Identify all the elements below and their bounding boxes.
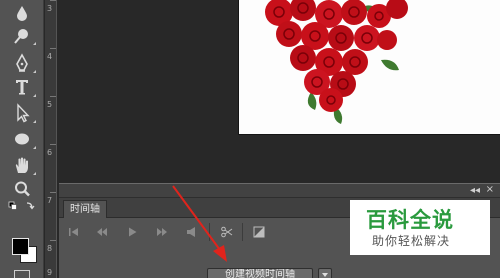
watermark-title: 百科全说	[366, 208, 454, 232]
ruler-tick	[50, 0, 56, 1]
blur-tool-button[interactable]	[10, 2, 34, 24]
foreground-background-colors[interactable]	[12, 238, 38, 264]
hand-tool-button[interactable]	[10, 154, 36, 176]
transition-button[interactable]	[252, 225, 266, 239]
ruler-tick	[50, 192, 56, 193]
speaker-icon	[187, 227, 195, 237]
tool-group-indicator	[33, 120, 36, 123]
ruler-tick	[50, 48, 56, 49]
zoom-tool-button[interactable]	[10, 178, 34, 200]
scissors-icon	[221, 226, 233, 238]
toolbar-divider	[209, 223, 210, 241]
foreground-color-swatch[interactable]	[12, 238, 29, 255]
type-tool-button[interactable]	[10, 76, 36, 98]
dodge-tool-button[interactable]	[10, 24, 36, 46]
first-frame-icon	[69, 228, 78, 236]
previous-frame-icon	[97, 228, 107, 236]
zoom-icon	[15, 181, 30, 197]
tools-panel	[0, 0, 44, 278]
roses	[265, 0, 408, 112]
swap-colors-icon	[8, 201, 35, 210]
create-video-timeline-button[interactable]: 创建视频时间轴	[207, 268, 313, 278]
swap-colors-button[interactable]	[8, 200, 38, 214]
ruler-label: 3	[47, 4, 53, 13]
ruler-label: 4	[47, 52, 53, 61]
toolbar-divider	[242, 223, 243, 241]
ruler-tick	[50, 144, 56, 145]
ruler-label: 9	[47, 268, 53, 277]
collapse-panel-button[interactable]: ◂◂	[470, 185, 480, 196]
type-icon	[16, 80, 28, 95]
tool-group-indicator	[33, 172, 36, 175]
ruler-label: 6	[47, 148, 53, 157]
tool-group-indicator	[33, 94, 36, 97]
ellipse-icon	[15, 133, 29, 145]
watermark-subtitle: 助你轻松解决	[372, 234, 451, 248]
go-to-first-frame-button[interactable]	[67, 225, 81, 239]
ruler-tick	[50, 96, 56, 97]
rose-heart-image	[265, 0, 408, 124]
previous-frame-button[interactable]	[95, 225, 109, 239]
dodge-icon	[14, 29, 28, 44]
play-button[interactable]	[125, 225, 139, 239]
tool-group-indicator	[33, 42, 36, 45]
close-panel-button[interactable]: ×	[486, 184, 494, 196]
watermark-logo: 百科全说 助你轻松解决	[350, 200, 490, 255]
blur-icon	[17, 6, 27, 21]
pen-icon	[16, 53, 28, 72]
transition-icon	[253, 226, 265, 238]
mute-audio-button[interactable]	[185, 225, 199, 239]
path-selection-icon	[17, 103, 30, 123]
next-frame-button[interactable]	[155, 225, 169, 239]
ruler-label: 5	[47, 100, 53, 109]
tool-group-indicator	[33, 70, 36, 73]
document-canvas[interactable]	[238, 0, 500, 135]
ellipse-tool-button[interactable]	[10, 128, 36, 150]
next-frame-icon	[157, 228, 167, 236]
play-icon	[129, 227, 137, 237]
path-selection-tool-button[interactable]	[10, 102, 36, 124]
panel-title-bar[interactable]: ◂◂ ×	[59, 184, 500, 198]
vertical-ruler: 3 4 5 6 7 8 9	[45, 0, 57, 278]
hand-icon	[15, 157, 28, 173]
split-at-playhead-button[interactable]	[220, 225, 234, 239]
quick-mask-icon[interactable]	[14, 270, 30, 278]
tool-group-indicator	[33, 146, 36, 149]
ruler-label: 7	[47, 196, 53, 205]
pen-tool-button[interactable]	[10, 52, 36, 74]
timeline-type-dropdown[interactable]	[318, 268, 332, 278]
tab-timeline[interactable]: 时间轴	[63, 200, 107, 218]
ruler-label: 8	[47, 244, 53, 253]
ruler-tick	[50, 240, 56, 241]
